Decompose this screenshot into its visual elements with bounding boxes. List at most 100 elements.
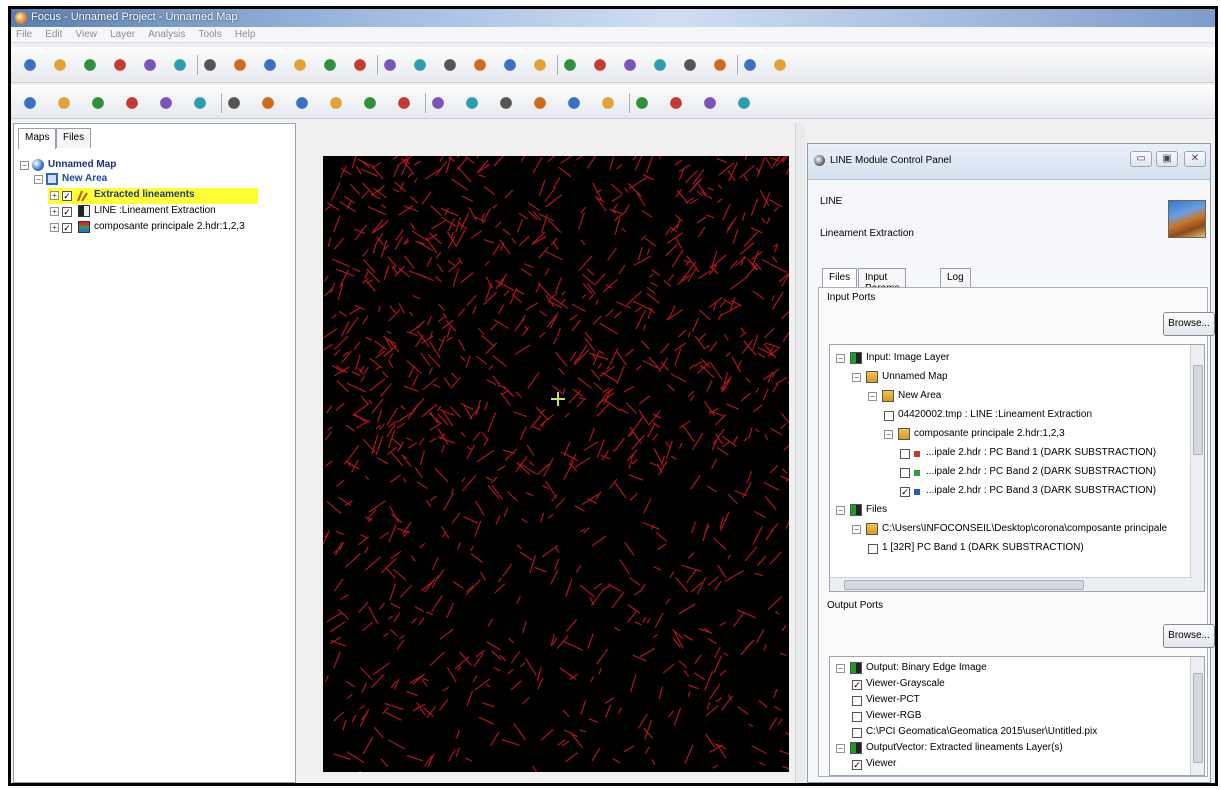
- port-tree-row[interactable]: ✓ Viewer-Grayscale: [852, 677, 1192, 693]
- layer-icon[interactable]: [169, 54, 191, 76]
- close-button[interactable]: ✕: [1184, 151, 1206, 167]
- collapse-icon[interactable]: −: [836, 506, 845, 515]
- brush-icon[interactable]: [189, 92, 211, 114]
- input-list-hscroll[interactable]: [830, 577, 1192, 591]
- collapse-icon[interactable]: −: [836, 354, 845, 363]
- port-tree-row[interactable]: − OutputVector: Extracted lineaments Laye…: [836, 741, 1176, 757]
- input-ports-list[interactable]: − Input: Image Layer − Unnamed Map − New Area…: [829, 344, 1205, 592]
- tab-files[interactable]: Files: [56, 128, 92, 148]
- layer-row-composante[interactable]: + ✓ composante principale 2.hdr:1,2,3: [48, 220, 288, 236]
- menu-view[interactable]: View: [70, 27, 102, 42]
- port-tree-row[interactable]: − C:\Users\INFOCONSEIL\Desktop\corona\com…: [852, 522, 1192, 538]
- zoom-layer-icon[interactable]: [559, 54, 581, 76]
- undo-icon[interactable]: [379, 54, 401, 76]
- grid-icon[interactable]: [709, 54, 731, 76]
- line-color-icon[interactable]: [563, 92, 585, 114]
- port-checkbox[interactable]: ✓: [852, 680, 862, 690]
- port-checkbox[interactable]: [852, 728, 862, 738]
- menu-analysis[interactable]: Analysis: [143, 27, 190, 42]
- output-list-vscroll[interactable]: [1190, 657, 1204, 775]
- menu-tools[interactable]: Tools: [193, 27, 226, 42]
- flag-icon[interactable]: [291, 92, 313, 114]
- full-view-icon[interactable]: [619, 54, 641, 76]
- cut-icon[interactable]: [289, 54, 311, 76]
- collapse-icon[interactable]: −: [34, 175, 43, 184]
- expand-icon[interactable]: +: [50, 191, 59, 200]
- open-folder-icon[interactable]: [49, 54, 71, 76]
- port-tree-row[interactable]: − New Area: [868, 389, 1204, 405]
- layer-row-extracted-lineaments[interactable]: + ✓ Extracted lineaments: [48, 188, 258, 204]
- map-view[interactable]: [323, 156, 789, 772]
- font-color-icon[interactable]: [733, 92, 755, 114]
- collapse-icon[interactable]: −: [836, 744, 845, 753]
- menu-edit[interactable]: Edit: [40, 27, 67, 42]
- port-checkbox[interactable]: ✓: [852, 760, 862, 770]
- attribute-icon[interactable]: [359, 92, 381, 114]
- port-checkbox[interactable]: [852, 712, 862, 722]
- heart-icon[interactable]: [393, 92, 415, 114]
- port-checkbox[interactable]: [852, 696, 862, 706]
- expand-icon[interactable]: +: [50, 207, 59, 216]
- map-vertical-scrollbar[interactable]: [795, 123, 805, 783]
- layer-visibility-checkbox[interactable]: ✓: [62, 223, 72, 233]
- wand-icon[interactable]: [155, 92, 177, 114]
- vertex-edit-icon[interactable]: [53, 92, 75, 114]
- new-doc-icon[interactable]: [19, 54, 41, 76]
- collapse-icon[interactable]: −: [884, 430, 893, 439]
- title-bar[interactable]: Focus - Unnamed Project - Unnamed Map: [11, 9, 1215, 27]
- input-browse-button[interactable]: Browse...: [1163, 312, 1215, 336]
- port-tree-row[interactable]: 04420002.tmp : LINE :Lineament Extractio…: [884, 408, 1204, 424]
- tree-area-row[interactable]: − New Area: [32, 172, 272, 188]
- page-setup-icon[interactable]: [139, 54, 161, 76]
- plus-icon[interactable]: [529, 92, 551, 114]
- output-ports-list[interactable]: − Output: Binary Edge Image ✓ Viewer-Graysc…: [829, 656, 1205, 776]
- measure-icon[interactable]: [325, 92, 347, 114]
- port-checkbox[interactable]: [868, 544, 878, 554]
- layer-row-line[interactable]: + ✓ LINE :Lineament Extraction: [48, 204, 278, 220]
- expand-icon[interactable]: +: [50, 223, 59, 232]
- port-checkbox[interactable]: ✓: [900, 487, 910, 497]
- paste-icon[interactable]: [349, 54, 371, 76]
- fill-icon[interactable]: [223, 92, 245, 114]
- control-panel-title-bar[interactable]: LINE Module Control Panel ▭ ▣ ✕: [808, 144, 1210, 180]
- select-arrow-icon[interactable]: [19, 92, 41, 114]
- port-tree-row[interactable]: − Unnamed Map: [852, 370, 1192, 386]
- layer-visibility-checkbox[interactable]: ✓: [62, 207, 72, 217]
- output-browse-button[interactable]: Browse...: [1163, 624, 1215, 648]
- font-icon[interactable]: [699, 92, 721, 114]
- fill-color-icon[interactable]: [631, 92, 653, 114]
- tab-log[interactable]: Log: [940, 268, 971, 288]
- collapse-icon[interactable]: −: [852, 525, 861, 534]
- zoom-extent-icon[interactable]: [439, 54, 461, 76]
- collapse-icon[interactable]: −: [868, 392, 877, 401]
- paint-icon[interactable]: [257, 92, 279, 114]
- port-tree-row[interactable]: − composante principale 2.hdr:1,2,3: [884, 427, 1204, 443]
- collapse-icon[interactable]: −: [836, 664, 845, 673]
- tab-maps[interactable]: Maps: [18, 128, 57, 149]
- zoom-out-icon[interactable]: [529, 54, 551, 76]
- tab-input-params[interactable]: Input Params 1: [858, 268, 907, 305]
- port-tree-row[interactable]: 1 [32R] PC Band 1 (DARK SUBSTRACTION): [868, 541, 1204, 557]
- info-icon[interactable]: [679, 54, 701, 76]
- copy-icon[interactable]: [319, 54, 341, 76]
- port-checkbox[interactable]: [884, 411, 894, 421]
- refresh-icon[interactable]: [199, 54, 221, 76]
- layer-off-icon[interactable]: [461, 92, 483, 114]
- port-tree-row[interactable]: ...ipale 2.hdr : PC Band 1 (DARK SUBSTRA…: [900, 446, 1204, 462]
- port-tree-row[interactable]: ✓ ...ipale 2.hdr : PC Band 3 (DARK SUBSTR…: [900, 484, 1204, 500]
- pan-icon[interactable]: [589, 54, 611, 76]
- layer-on-icon[interactable]: [427, 92, 449, 114]
- crosshair-icon[interactable]: [495, 92, 517, 114]
- minimize-button[interactable]: ▭: [1130, 151, 1152, 167]
- port-checkbox[interactable]: [900, 449, 910, 459]
- port-tree-row[interactable]: C:\PCI Geomatica\Geomatica 2015\user\Unt…: [852, 725, 1192, 741]
- collapse-icon[interactable]: −: [852, 373, 861, 382]
- layer-visibility-checkbox[interactable]: ✓: [62, 191, 72, 201]
- layers-stack-icon[interactable]: [259, 54, 281, 76]
- port-tree-row[interactable]: − Files: [836, 503, 1176, 519]
- zoom-window-icon[interactable]: [469, 54, 491, 76]
- menu-file[interactable]: File: [11, 27, 37, 42]
- redo-icon[interactable]: [409, 54, 431, 76]
- collapse-icon[interactable]: −: [20, 161, 29, 170]
- link-icon[interactable]: [739, 54, 761, 76]
